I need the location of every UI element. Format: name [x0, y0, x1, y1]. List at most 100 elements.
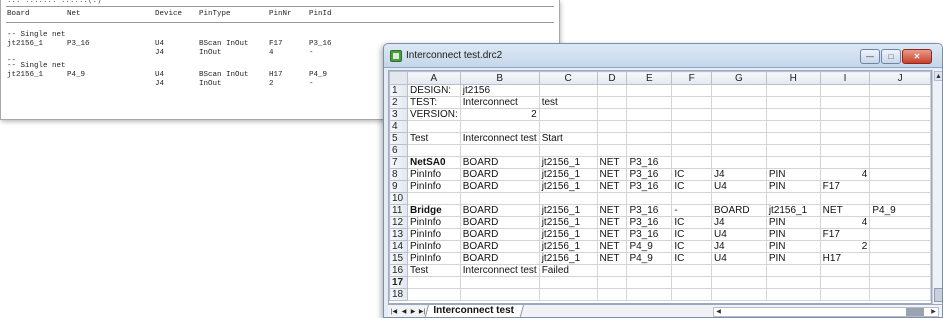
cell-c3[interactable] [538, 108, 598, 121]
cell-i1[interactable] [819, 84, 871, 97]
cell-a13[interactable]: PinInfo [406, 228, 461, 241]
cell-e6[interactable] [626, 144, 673, 157]
column-header-i[interactable]: I [819, 71, 871, 85]
cell-h10[interactable] [765, 192, 821, 205]
scroll-right-arrow-icon[interactable]: ▶ [929, 308, 938, 316]
next-sheet-icon[interactable]: ▶ [409, 307, 417, 317]
cell-j4[interactable] [869, 120, 931, 133]
cell-a17[interactable] [406, 276, 461, 289]
cell-g13[interactable]: U4 [711, 228, 767, 241]
cell-g17[interactable] [711, 276, 767, 289]
cell-i5[interactable] [819, 132, 871, 145]
cell-f3[interactable] [671, 108, 712, 121]
cell-f18[interactable] [671, 288, 712, 301]
cell-i9[interactable]: F17 [819, 180, 871, 193]
cell-f17[interactable] [671, 276, 712, 289]
cell-j11[interactable]: P4_9 [869, 204, 931, 217]
column-header-h[interactable]: H [765, 71, 821, 85]
cell-b6[interactable] [459, 144, 540, 157]
cell-f1[interactable] [671, 84, 712, 97]
cell-d7[interactable]: NET [596, 156, 628, 169]
cell-e12[interactable]: P3_16 [626, 216, 673, 229]
row-header[interactable]: 2 [389, 96, 408, 109]
cell-c2[interactable]: test [538, 96, 598, 109]
cell-i12[interactable]: 4 [819, 216, 871, 229]
row-header[interactable]: 16 [389, 264, 408, 277]
cell-d12[interactable]: NET [596, 216, 628, 229]
cell-h17[interactable] [765, 276, 821, 289]
cell-b13[interactable]: BOARD [459, 228, 540, 241]
cell-a2[interactable]: TEST: [406, 96, 461, 109]
cell-d2[interactable] [596, 96, 628, 109]
cell-b4[interactable] [459, 120, 540, 133]
cell-j12[interactable] [869, 216, 931, 229]
cell-e8[interactable]: P3_16 [626, 168, 673, 181]
cell-i7[interactable] [819, 156, 871, 169]
cell-d5[interactable] [596, 132, 628, 145]
cell-b1[interactable]: jt2156 [459, 84, 540, 97]
cell-h18[interactable] [765, 288, 821, 301]
cell-c7[interactable]: jt2156_1 [538, 156, 598, 169]
column-header-j[interactable]: J [869, 71, 931, 85]
cell-b17[interactable] [459, 276, 540, 289]
horizontal-scroll-thumb[interactable] [906, 308, 924, 316]
cell-g6[interactable] [711, 144, 767, 157]
cell-b2[interactable]: Interconnect [459, 96, 540, 109]
cell-e5[interactable] [626, 132, 673, 145]
cell-c11[interactable]: jt2156_1 [538, 204, 598, 217]
spreadsheet-app-icon[interactable] [390, 50, 402, 62]
cell-e18[interactable] [626, 288, 673, 301]
cell-g16[interactable] [711, 264, 767, 277]
minimize-button[interactable]: — [860, 49, 880, 64]
cell-b3[interactable]: 2 [459, 108, 540, 121]
cell-e2[interactable] [626, 96, 673, 109]
cell-b12[interactable]: BOARD [459, 216, 540, 229]
vertical-scrollbar[interactable]: ▲ ▼ [932, 70, 942, 304]
cell-h9[interactable]: PIN [765, 180, 821, 193]
cell-e4[interactable] [626, 120, 673, 133]
cell-b7[interactable]: BOARD [459, 156, 540, 169]
cell-h14[interactable]: PIN [765, 240, 821, 253]
column-header-c[interactable]: C [538, 71, 598, 85]
cell-j14[interactable] [869, 240, 931, 253]
cell-g7[interactable] [711, 156, 767, 169]
cell-j6[interactable] [869, 144, 931, 157]
scroll-up-arrow-icon[interactable]: ▲ [934, 71, 942, 81]
cell-i10[interactable] [819, 192, 871, 205]
cell-f4[interactable] [671, 120, 712, 133]
cell-b18[interactable] [459, 288, 540, 301]
cell-i8[interactable]: 4 [819, 168, 871, 181]
cell-a8[interactable]: PinInfo [406, 168, 461, 181]
cell-e9[interactable]: P3_16 [626, 180, 673, 193]
cell-d14[interactable]: NET [596, 240, 628, 253]
cell-g18[interactable] [711, 288, 767, 301]
cell-e10[interactable] [626, 192, 673, 205]
cell-a7[interactable]: NetSA0 [406, 156, 461, 169]
cell-f10[interactable] [671, 192, 712, 205]
cell-j3[interactable] [869, 108, 931, 121]
cell-a5[interactable]: Test [406, 132, 461, 145]
cell-c9[interactable]: jt2156_1 [538, 180, 598, 193]
cell-f11[interactable]: - [671, 204, 712, 217]
cell-j10[interactable] [869, 192, 931, 205]
cell-i2[interactable] [819, 96, 871, 109]
vertical-scroll-thumb[interactable] [934, 288, 942, 302]
cell-g4[interactable] [711, 120, 767, 133]
cell-a12[interactable]: PinInfo [406, 216, 461, 229]
cell-d18[interactable] [596, 288, 628, 301]
cell-g2[interactable] [711, 96, 767, 109]
cell-j18[interactable] [869, 288, 931, 301]
cell-i11[interactable]: NET [819, 204, 871, 217]
cell-g5[interactable] [711, 132, 767, 145]
cell-j13[interactable] [869, 228, 931, 241]
cell-g8[interactable]: J4 [711, 168, 767, 181]
first-sheet-icon[interactable]: |◀ [390, 307, 398, 317]
cell-d16[interactable] [596, 264, 628, 277]
column-header-f[interactable]: F [671, 71, 712, 85]
cell-h15[interactable]: PIN [765, 252, 821, 265]
cell-e7[interactable]: P3_16 [626, 156, 673, 169]
cell-a10[interactable] [406, 192, 461, 205]
cell-h13[interactable]: PIN [765, 228, 821, 241]
cell-i16[interactable] [819, 264, 871, 277]
cell-a11[interactable]: Bridge [406, 204, 461, 217]
